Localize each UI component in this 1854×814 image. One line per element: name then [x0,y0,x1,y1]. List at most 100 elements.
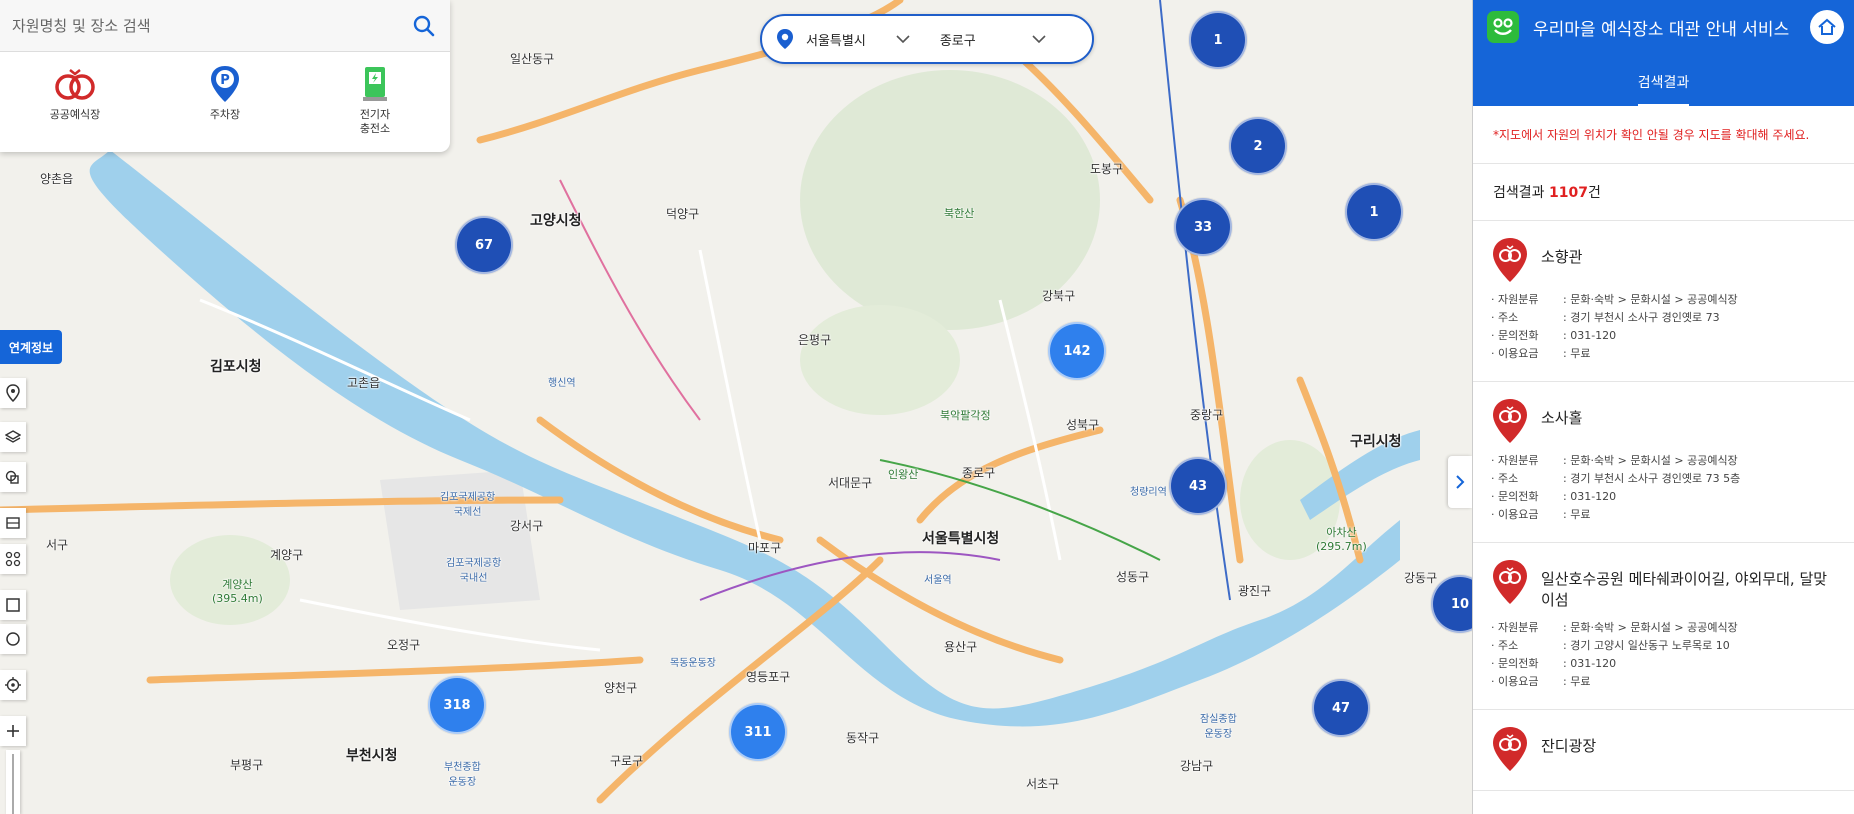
draw-rect-tool-button[interactable] [0,590,26,620]
chevron-down-icon [1032,35,1046,44]
detail-colon: : [1563,472,1571,485]
measure-tool-button[interactable] [0,508,26,538]
detail-colon: : [1563,329,1571,342]
category-label: 전기자 충전소 [359,108,391,135]
location-pin-icon [777,29,793,49]
detail-key: 문의전화 [1491,655,1563,673]
result-detail-row: 문의전화: 031-120 [1491,327,1836,345]
result-item[interactable]: 소향관자원분류: 문화·숙박 > 문화시설 > 공공예식장주소: 경기 부천시 … [1473,221,1854,382]
result-detail-row: 주소: 경기 부천시 소사구 경인옛로 73 5층 [1491,470,1836,488]
result-detail-row: 주소: 경기 부천시 소사구 경인옛로 73 [1491,309,1836,327]
detail-colon: : [1563,293,1571,306]
category-wedding-hall[interactable]: 공공예식장 [20,64,130,136]
result-details: 자원분류: 문화·숙박 > 문화시설 > 공공예식장주소: 경기 부천시 소사구… [1491,291,1836,363]
detail-key: 문의전화 [1491,327,1563,345]
cluster-icon [5,551,21,567]
detail-value: 031-120 [1570,490,1617,503]
result-detail-row: 자원분류: 문화·숙박 > 문화시설 > 공공예식장 [1491,291,1836,309]
map-cluster-marker[interactable]: 43 [1169,457,1227,515]
result-list: 소향관자원분류: 문화·숙박 > 문화시설 > 공공예식장주소: 경기 부천시 … [1473,221,1854,791]
result-detail-row: 주소: 경기 고양시 일산동구 노루목로 10 [1491,637,1836,655]
detail-colon: : [1563,311,1571,324]
result-head: 소사홀 [1491,398,1836,444]
city-select-value: 서울특별시 [806,33,866,49]
zoom-in-button[interactable] [0,716,26,746]
draw-circle-tool-button[interactable] [0,624,26,654]
search-icon [413,15,435,36]
result-count-suffix: 건 [1587,185,1601,201]
detail-value: 031-120 [1570,657,1617,670]
map-cluster-marker[interactable]: 1 [1189,11,1247,69]
category-label: 공공예식장 [49,108,101,121]
detail-key: 문의전화 [1491,488,1563,506]
result-detail-row: 문의전화: 031-120 [1491,655,1836,673]
detail-key: 자원분류 [1491,452,1563,470]
app-root: 일산동구 고양시청 덕양구 김포시청 고촌읍 은평구 강북구 도봉구 성북구 중랑구 구리시청 서대문… [0,0,1854,814]
locate-tool-button[interactable] [0,378,26,408]
home-icon [1818,18,1836,35]
chevron-right-icon [1456,475,1465,489]
result-head: 일산호수공원 메타쉐콰이어길, 야외무대, 달맞이섬 [1491,559,1836,611]
map-cluster-marker[interactable]: 142 [1048,322,1106,380]
detail-colon: : [1563,490,1571,503]
category-ev-charger[interactable]: 전기자 충전소 [320,64,430,136]
detail-value: 문화·숙박 > 문화시설 > 공공예식장 [1570,454,1738,467]
category-label: 주차장 [209,108,241,121]
detail-key: 이용요금 [1491,345,1563,363]
result-count-number: 1107 [1548,185,1588,201]
link-info-button[interactable]: 연계정보 [0,330,62,364]
map-cluster-marker[interactable]: 311 [729,703,787,761]
search-panel: 공공예식장 P 주차장 [0,0,450,152]
layers-tool-button[interactable] [0,422,26,452]
home-button[interactable] [1810,10,1844,44]
map-cluster-marker[interactable]: 1 [1345,183,1403,241]
wedding-pin-icon [1493,727,1527,771]
map-cluster-marker[interactable]: 67 [455,216,513,274]
overlay-tool-button[interactable] [0,462,26,492]
bike-tool-button[interactable] [0,544,26,574]
result-item[interactable]: 일산호수공원 메타쉐콰이어길, 야외무대, 달맞이섬자원분류: 문화·숙박 > … [1473,543,1854,710]
result-detail-row: 이용요금: 무료 [1491,673,1836,691]
zoom-slider[interactable] [6,750,20,814]
detail-colon: : [1563,657,1571,670]
detail-value: 경기 고양시 일산동구 노루목로 10 [1570,639,1730,652]
map-cluster-marker[interactable]: 47 [1312,679,1370,737]
map-cluster-marker[interactable]: 318 [428,676,486,734]
detail-key: 자원분류 [1491,619,1563,637]
panel-collapse-toggle[interactable] [1448,456,1472,508]
search-button[interactable] [410,12,438,40]
crosshair-icon [5,677,21,693]
city-select[interactable]: 서울특별시 [806,30,910,49]
result-name: 소사홀 [1541,409,1583,427]
result-details: 자원분류: 문화·숙박 > 문화시설 > 공공예식장주소: 경기 부천시 소사구… [1491,452,1836,524]
category-parking[interactable]: P 주차장 [170,64,280,136]
result-detail-row: 자원분류: 문화·숙박 > 문화시설 > 공공예식장 [1491,452,1836,470]
map-cluster-marker[interactable]: 2 [1229,117,1287,175]
result-head: 잔디광장 [1491,726,1836,772]
detail-key: 주소 [1491,470,1563,488]
zoom-slider-track [12,754,14,814]
detail-key: 이용요금 [1491,506,1563,524]
ruler-icon [6,517,20,529]
result-item[interactable]: 소사홀자원분류: 문화·숙박 > 문화시설 > 공공예식장주소: 경기 부천시 … [1473,382,1854,543]
detail-value: 031-120 [1570,329,1617,342]
wedding-rings-icon [55,69,95,100]
result-item[interactable]: 잔디광장 [1473,710,1854,791]
map-cluster-marker[interactable]: 33 [1174,198,1232,256]
result-detail-row: 문의전화: 031-120 [1491,488,1836,506]
pin-outline-icon [6,384,20,402]
parking-pin-icon: P [211,66,239,102]
tab-search-results[interactable]: 검색결과 [1637,72,1690,106]
result-name: 일산호수공원 메타쉐콰이어길, 야외무대, 달맞이섬 [1541,570,1828,609]
layers-icon [5,430,21,443]
search-input[interactable] [12,16,410,35]
current-location-button[interactable] [0,670,26,700]
detail-value: 무료 [1570,508,1591,521]
detail-value: 문화·숙박 > 문화시설 > 공공예식장 [1570,293,1738,306]
district-select[interactable]: 종로구 [940,30,1046,49]
square-icon [6,598,20,612]
panel-title: 우리마을 예식장소 대관 안내 서비스 [1533,19,1790,40]
detail-key: 주소 [1491,637,1563,655]
service-logo-icon [1487,11,1519,43]
result-panel: 우리마을 예식장소 대관 안내 서비스 검색결과 *지도에서 자원의 위치가 확… [1472,0,1854,814]
